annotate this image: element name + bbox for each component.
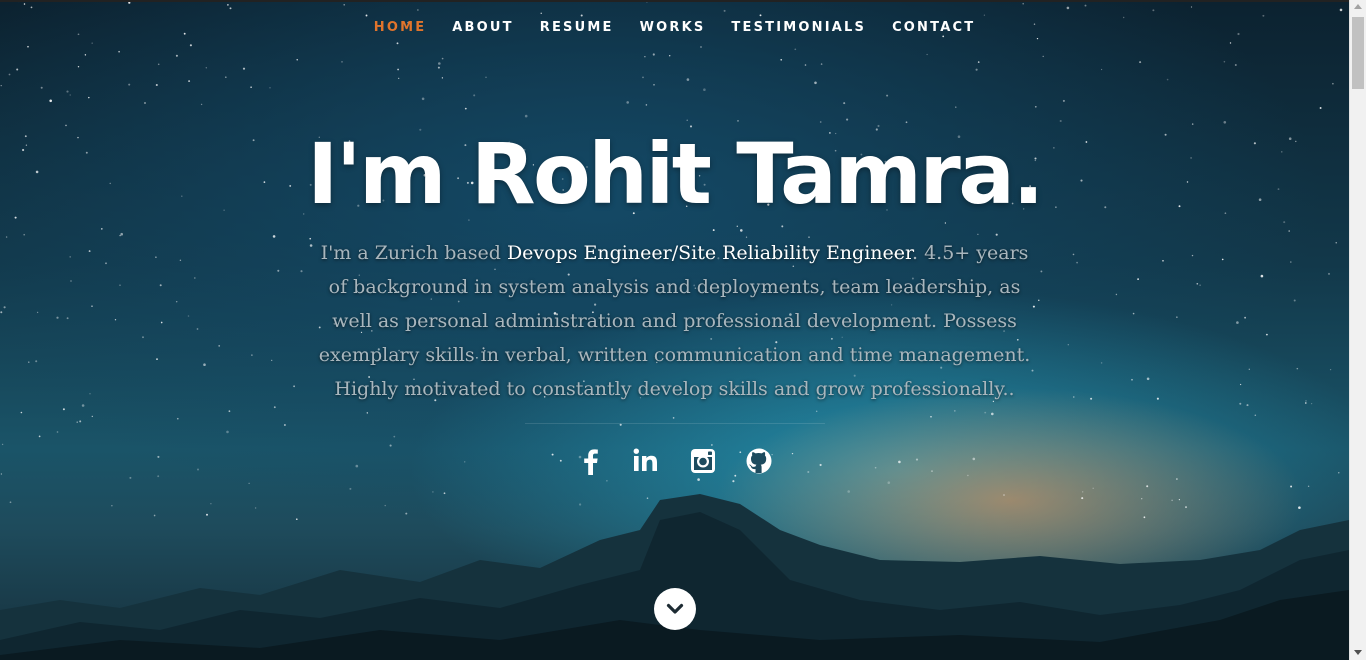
scrollbar-thumb[interactable] <box>1352 17 1364 89</box>
divider <box>524 423 825 424</box>
intro-prefix: I'm a Zurich based <box>320 242 507 264</box>
scroll-up-arrow-icon[interactable] <box>1354 4 1362 9</box>
page-scrollbar[interactable] <box>1349 0 1366 660</box>
top-border <box>0 0 1349 2</box>
nav-resume-link[interactable]: RESUME <box>527 19 627 37</box>
chevron-down-icon <box>666 603 684 614</box>
facebook-icon[interactable] <box>576 446 606 476</box>
nav-home-link[interactable]: HOME <box>361 19 440 37</box>
hero-banner: HOME ABOUT RESUME WORKS TESTIMONIALS CON… <box>0 0 1349 660</box>
job-title-highlight: Devops Engineer/Site Reliability Enginee… <box>506 242 913 264</box>
banner-text: I'm Rohit Tamra. I'm a Zurich based Devo… <box>0 126 1349 476</box>
linkedin-icon[interactable] <box>632 446 662 476</box>
intro-paragraph: I'm a Zurich based Devops Engineer/Site … <box>315 236 1035 406</box>
mountain-silhouette <box>0 494 1349 660</box>
main-navigation: HOME ABOUT RESUME WORKS TESTIMONIALS CON… <box>0 16 1349 37</box>
github-icon[interactable] <box>744 446 774 476</box>
instagram-icon[interactable] <box>688 446 718 476</box>
intro-suffix: . 4.5+ years of background in system ana… <box>318 242 1031 400</box>
social-links <box>0 446 1349 476</box>
scroll-down-arrow-icon[interactable] <box>1354 650 1362 655</box>
headline: I'm Rohit Tamra. <box>307 125 1044 223</box>
nav-testimonials-link[interactable]: TESTIMONIALS <box>718 19 879 37</box>
nav-about-link[interactable]: ABOUT <box>439 19 526 37</box>
nav-contact-link[interactable]: CONTACT <box>879 19 988 37</box>
nav-works-link[interactable]: WORKS <box>627 19 719 37</box>
scroll-down-button[interactable] <box>654 588 696 630</box>
